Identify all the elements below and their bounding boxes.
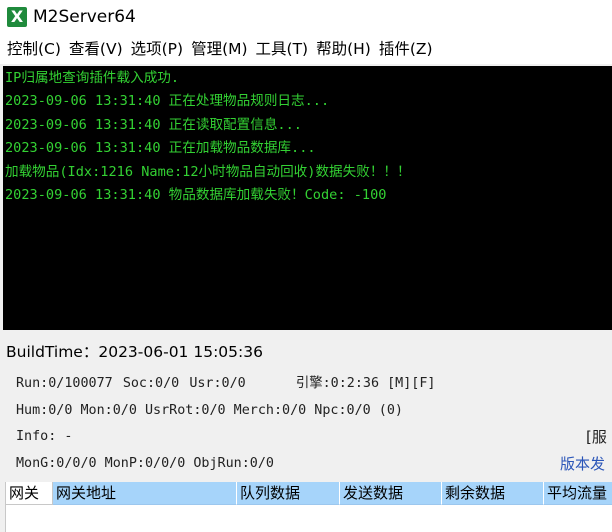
stat-soc: Soc:0/0 bbox=[122, 376, 180, 391]
grid-col-sent-data[interactable]: 发送数据 bbox=[340, 482, 442, 505]
log-line: 2023-09-06 13:31:40 物品数据库加载失败！Code: -100 bbox=[5, 187, 387, 204]
stats-row-info: Info: - bbox=[16, 429, 73, 444]
log-line: 2023-09-06 13:31:40 正在读取配置信息... bbox=[5, 116, 302, 133]
stats-row-mon: MonG:0/0/0 MonP:0/0/0 ObjRun:0/0 bbox=[16, 456, 274, 471]
grid-col-remaining-data[interactable]: 剩余数据 bbox=[442, 482, 544, 505]
menu-options[interactable]: 选项(P) bbox=[127, 34, 187, 64]
log-line: 2023-09-06 13:31:40 正在处理物品规则日志... bbox=[5, 93, 330, 110]
build-time: BuildTime：2023-06-01 15:05:36 bbox=[6, 341, 263, 363]
server-status-text: [服 bbox=[586, 428, 607, 446]
build-time-value: 2023-06-01 15:05:36 bbox=[98, 343, 263, 361]
menu-help[interactable]: 帮助(H) bbox=[312, 34, 375, 64]
stats-row-hum: Hum:0/0 Mon:0/0 UsrRot:0/0 Merch:0/0 Npc… bbox=[16, 403, 403, 418]
stat-engine: 引擎:0:2:36 [M][F] bbox=[295, 376, 436, 391]
menu-manage[interactable]: 管理(M) bbox=[187, 34, 251, 64]
menu-control[interactable]: 控制(C) bbox=[0, 34, 65, 64]
stat-usr: Usr:0/0 bbox=[189, 376, 246, 391]
stat-run: Run:0/100077 bbox=[16, 376, 113, 391]
menu-view[interactable]: 查看(V) bbox=[65, 34, 127, 64]
grid-col-queue-data[interactable]: 队列数据 bbox=[237, 482, 340, 505]
app-icon: X bbox=[7, 7, 27, 27]
stats-row-run: Run:0/100077 Soc:0/0 Usr:0/0 引擎:0:2:36 [… bbox=[16, 373, 435, 395]
stats-panel: Run:0/100077 Soc:0/0 Usr:0/0 引擎:0:2:36 [… bbox=[0, 370, 612, 480]
window-title: M2Server64 bbox=[33, 7, 136, 27]
grid-header: 网关 网关地址 队列数据 发送数据 剩余数据 平均流量 bbox=[6, 482, 612, 505]
version-link[interactable]: 版本发 bbox=[560, 453, 612, 475]
log-line: 2023-09-06 13:31:40 正在加载物品数据库... bbox=[5, 140, 316, 157]
grid-col-gateway[interactable]: 网关 bbox=[6, 482, 53, 505]
menu-plugins[interactable]: 插件(Z) bbox=[375, 34, 437, 64]
log-line: IP归属地查询插件载入成功. bbox=[5, 70, 180, 86]
grid-body[interactable] bbox=[6, 505, 612, 532]
log-console[interactable]: IP归属地查询插件载入成功. 2023-09-06 13:31:40 正在处理物… bbox=[3, 66, 612, 330]
grid-col-average-traffic[interactable]: 平均流量 bbox=[544, 482, 612, 505]
title-bar: X M2Server64 bbox=[0, 0, 612, 34]
log-line: 加载物品(Idx:1216 Name:12小时物品自动回收)数据失败！！！ bbox=[5, 163, 411, 180]
grid-col-gateway-address[interactable]: 网关地址 bbox=[53, 482, 237, 505]
build-time-label: BuildTime： bbox=[6, 343, 99, 361]
menu-bar: 控制(C) 查看(V) 选项(P) 管理(M) 工具(T) 帮助(H) 插件(Z… bbox=[0, 34, 612, 64]
menu-tools[interactable]: 工具(T) bbox=[252, 34, 313, 64]
gateway-grid[interactable]: 网关 网关地址 队列数据 发送数据 剩余数据 平均流量 bbox=[5, 482, 612, 532]
